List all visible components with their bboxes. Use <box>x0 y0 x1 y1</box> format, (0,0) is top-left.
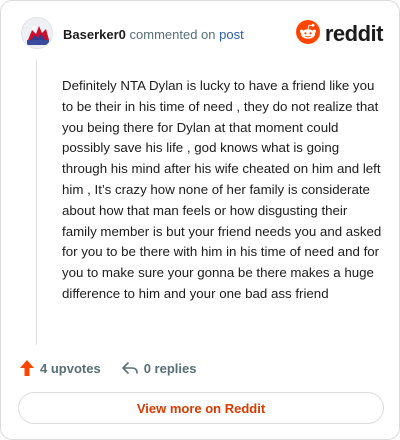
reddit-comment-embed: Baserker0 commented on post reddit Defin… <box>0 0 400 440</box>
reply-count: 0 replies <box>143 360 197 376</box>
username[interactable]: Baserker0 <box>63 27 126 42</box>
comment-actions: 4 upvotes 0 replies <box>19 358 196 378</box>
reddit-snoo-icon <box>295 19 320 49</box>
view-more-button[interactable]: View more on Reddit <box>18 392 384 424</box>
upvote-button[interactable]: 4 upvotes <box>19 359 101 377</box>
upvote-arrow-icon <box>19 359 35 377</box>
comment-meta: Baserker0 commented on post <box>63 27 244 42</box>
reddit-wordmark: reddit <box>324 21 384 46</box>
commented-on-label: commented on <box>129 27 216 42</box>
reply-button[interactable]: 0 replies <box>121 360 197 376</box>
upvote-count: 4 upvotes <box>40 360 101 376</box>
comment-body: Definitely NTA Dylan is lucky to have a … <box>62 78 382 301</box>
thread-line <box>36 59 37 345</box>
comment-header: Baserker0 commented on post reddit <box>21 17 384 51</box>
post-link[interactable]: post <box>219 27 244 42</box>
user-avatar[interactable] <box>21 17 53 49</box>
reply-arrow-icon <box>121 360 139 376</box>
reddit-logo[interactable]: reddit <box>295 19 384 49</box>
